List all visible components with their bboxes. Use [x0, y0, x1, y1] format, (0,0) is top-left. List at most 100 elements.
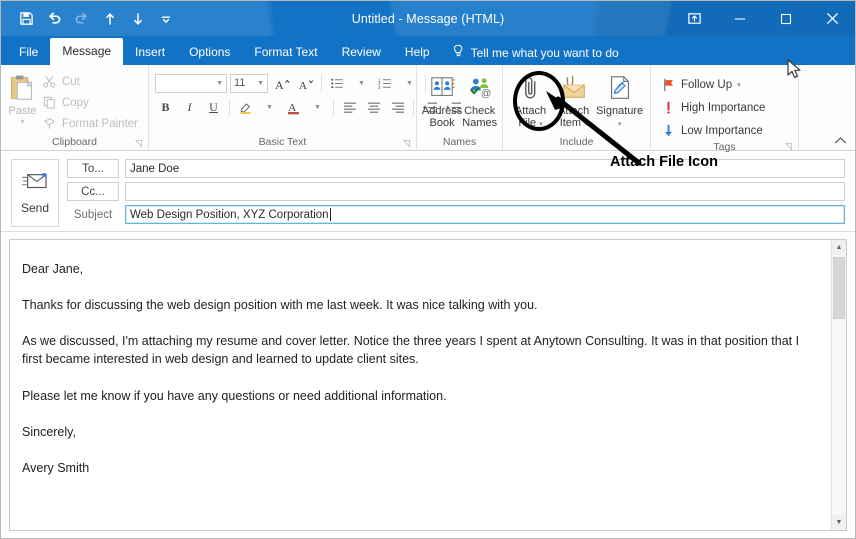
message-body-input[interactable]: Dear Jane, Thanks for discussing the web… [10, 240, 831, 530]
attach-file-label: Attach File ▾ [514, 105, 547, 129]
body-vertical-scrollbar[interactable]: ▲ ▼ [831, 240, 846, 530]
ribbon-group-clipboard: Paste ▾ Cut Copy Format Painter Clipboar… [1, 65, 149, 151]
subject-value: Web Design Position, XYZ Corporation [130, 208, 329, 221]
basic-text-group-label: Basic Text ◹ [258, 136, 410, 150]
send-envelope-icon [21, 171, 49, 196]
save-icon[interactable] [13, 7, 39, 31]
body-paragraph: Dear Jane, [22, 262, 84, 276]
attach-file-button[interactable]: Attach File ▾ [509, 69, 552, 131]
italic-button[interactable]: I [179, 97, 200, 118]
send-button[interactable]: Send [11, 159, 59, 227]
scroll-up-icon[interactable]: ▲ [832, 240, 846, 255]
attach-item-button[interactable]: Attach Item ▾ [552, 69, 595, 131]
font-size-input[interactable]: 11 ▼ [230, 73, 268, 93]
flag-icon [661, 77, 676, 92]
copy-icon [42, 95, 57, 110]
ribbon-group-tags: Follow Up ▾ High Importance Low Importan… [651, 65, 799, 153]
ribbon-tabs: File Message Insert Options Format Text … [1, 36, 855, 65]
cut-button[interactable]: Cut [38, 72, 142, 91]
compose-header: Send To... Jane Doe Cc... Subject Web De… [1, 151, 855, 232]
cut-label: Cut [61, 75, 80, 88]
format-painter-button[interactable]: Format Painter [38, 114, 142, 133]
align-right-button[interactable] [387, 97, 408, 118]
font-color-button[interactable]: A [283, 97, 304, 118]
next-item-icon[interactable] [125, 7, 151, 31]
align-left-button[interactable] [339, 97, 360, 118]
copy-button[interactable]: Copy [38, 93, 142, 112]
minimize-icon[interactable] [717, 1, 763, 36]
scrollbar-thumb[interactable] [833, 257, 845, 319]
svg-text:3: 3 [378, 85, 381, 90]
scrollbar-track[interactable] [832, 255, 846, 515]
body-paragraph: Thanks for discussing the web design pos… [22, 298, 538, 313]
low-importance-button[interactable]: Low Importance [657, 121, 769, 140]
paste-button[interactable]: Paste ▾ [7, 69, 38, 126]
paste-label: Paste [8, 105, 37, 117]
basic-text-dialog-launcher-icon[interactable]: ◹ [403, 136, 410, 150]
high-importance-button[interactable]: High Importance [657, 98, 769, 117]
body-paragraph: Avery Smith [22, 460, 90, 475]
tab-help[interactable]: Help [393, 40, 442, 65]
underline-button[interactable]: U [203, 97, 224, 118]
divider [229, 98, 230, 116]
text-cursor [329, 208, 331, 221]
shrink-font-button[interactable]: A [295, 73, 316, 94]
grow-font-button[interactable]: A [271, 73, 292, 94]
signature-icon [606, 71, 634, 105]
follow-up-button[interactable]: Follow Up ▾ [657, 75, 769, 94]
quick-access-toolbar [1, 7, 179, 31]
numbering-button[interactable]: 123 [375, 73, 396, 94]
cc-button[interactable]: Cc... [67, 182, 119, 201]
undo-icon[interactable] [41, 7, 67, 31]
font-color-dropdown[interactable]: ▼ [307, 97, 328, 118]
svg-text:A: A [275, 78, 284, 91]
previous-item-icon[interactable] [97, 7, 123, 31]
chevron-down-icon[interactable]: ▾ [737, 81, 741, 89]
tell-me-search[interactable]: Tell me what you want to do [442, 40, 629, 65]
to-button[interactable]: To... [67, 159, 119, 178]
redo-icon [69, 7, 95, 31]
tab-review[interactable]: Review [330, 40, 393, 65]
scroll-down-icon[interactable]: ▼ [832, 515, 846, 530]
clipboard-dialog-launcher-icon[interactable]: ◹ [135, 136, 142, 150]
cc-input[interactable] [125, 182, 845, 201]
to-input[interactable]: Jane Doe [125, 159, 845, 178]
tab-file[interactable]: File [7, 40, 50, 65]
window-controls [671, 1, 855, 36]
bullets-button[interactable] [327, 73, 348, 94]
tags-dialog-launcher-icon[interactable]: ◹ [785, 139, 792, 153]
subject-input[interactable]: Web Design Position, XYZ Corporation [125, 205, 845, 224]
follow-up-label: Follow Up [681, 78, 733, 91]
tab-format-text[interactable]: Format Text [242, 40, 329, 65]
ribbon-group-basic-text: ▼ 11 ▼ A A ▼ 123 ▼ A B [149, 65, 461, 151]
ribbon-display-options-icon[interactable] [671, 1, 717, 36]
tab-insert[interactable]: Insert [123, 40, 177, 65]
chevron-down-icon[interactable]: ▾ [20, 118, 24, 126]
to-value: Jane Doe [130, 162, 180, 175]
chevron-down-icon[interactable]: ▼ [216, 80, 223, 87]
signature-button[interactable]: Signature ▾ [595, 69, 644, 131]
svg-text:@: @ [481, 88, 491, 99]
collapse-ribbon-icon[interactable] [834, 136, 847, 148]
clipboard-group-label: Clipboard ◹ [52, 136, 142, 150]
customize-quick-access-toolbar-icon[interactable] [153, 7, 179, 31]
address-book-button[interactable]: Address Book [422, 69, 462, 129]
align-center-button[interactable] [363, 97, 384, 118]
lightbulb-icon [452, 44, 465, 61]
text-highlight-dropdown[interactable]: ▼ [259, 97, 280, 118]
close-icon[interactable] [809, 1, 855, 36]
title-bar: Untitled - Message (HTML) [1, 1, 855, 36]
font-name-input[interactable]: ▼ [155, 73, 227, 93]
tags-group-label: Tags ◹ [713, 139, 792, 153]
exclamation-icon [661, 100, 676, 115]
maximize-icon[interactable] [763, 1, 809, 36]
to-row: To... Jane Doe [67, 159, 845, 178]
bullets-dropdown[interactable]: ▼ [351, 73, 372, 94]
divider [321, 74, 322, 92]
tab-options[interactable]: Options [177, 40, 242, 65]
check-names-button[interactable]: @ Check Names [462, 69, 497, 129]
tab-message[interactable]: Message [50, 38, 124, 65]
text-highlight-color-button[interactable] [235, 97, 256, 118]
bold-button[interactable]: B [155, 97, 176, 118]
chevron-down-icon[interactable]: ▼ [257, 80, 264, 87]
